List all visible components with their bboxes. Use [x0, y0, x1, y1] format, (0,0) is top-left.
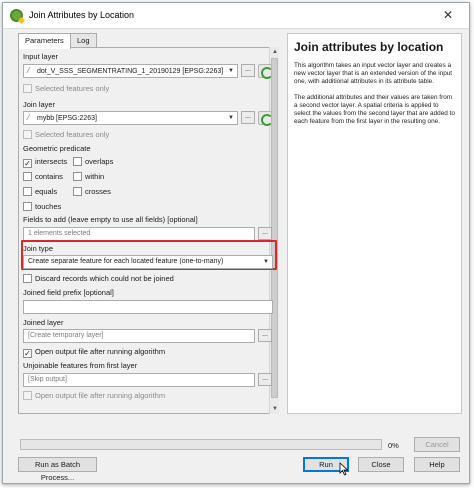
join-type-value: Create separate feature for each located… — [28, 258, 224, 265]
joined-layer-browse-button[interactable]: ... — [258, 329, 272, 342]
help-title: Join attributes by location — [294, 40, 444, 54]
tab-log[interactable]: Log — [70, 33, 97, 48]
scroll-up-icon[interactable]: ▲ — [270, 47, 280, 57]
checkbox-box — [23, 187, 32, 196]
join-attributes-dialog: Join Attributes by Location ✕ Parameters… — [2, 2, 470, 484]
predicate-crosses-checkbox[interactable]: crosses — [73, 187, 111, 196]
predicate-equals-checkbox[interactable]: equals — [23, 187, 57, 196]
input-layer-browse-button[interactable]: ... — [241, 64, 255, 77]
join-layer-label: Join layer — [23, 100, 56, 109]
predicate-intersects-checkbox[interactable]: ✓ intersects — [23, 157, 67, 168]
checkbox-box — [23, 84, 32, 93]
prefix-label: Joined field prefix [optional] — [23, 288, 114, 297]
close-button[interactable]: Close — [358, 457, 404, 472]
discard-records-checkbox[interactable]: Discard records which could not be joine… — [23, 274, 174, 283]
checkmark-icon: ✓ — [23, 349, 32, 358]
join-layer-browse-button[interactable]: ... — [241, 111, 255, 124]
open-output2-checkbox[interactable]: Open output file after running algorithm — [23, 391, 165, 400]
input-layer-label: Input layer — [23, 52, 59, 61]
joined-layer-label: Joined layer — [23, 318, 64, 327]
qgis-logo-icon — [10, 9, 23, 22]
vector-layer-icon: ⁄ — [28, 113, 30, 122]
checkbox-box — [73, 172, 82, 181]
input-selected-only-checkbox[interactable]: Selected features only — [23, 84, 109, 93]
input-layer-combo[interactable]: ⁄ dot_V_SSS_SEGMENTRATING_1_20190129 [EPS… — [23, 64, 238, 78]
prefix-input[interactable] — [23, 300, 273, 314]
predicate-label: within — [85, 172, 105, 181]
unjoinable-label: Unjoinable features from first layer — [23, 361, 138, 370]
fields-selector[interactable]: 1 elements selected — [23, 227, 255, 241]
predicate-label: contains — [35, 172, 63, 181]
checkbox-box — [73, 187, 82, 196]
tab-parameters[interactable]: Parameters — [18, 33, 71, 49]
checkbox-box — [23, 391, 32, 400]
predicate-within-checkbox[interactable]: within — [73, 172, 104, 181]
predicate-label: equals — [35, 187, 58, 196]
vector-layer-icon: ⁄ — [28, 66, 30, 75]
scroll-down-icon[interactable]: ▼ — [270, 404, 280, 414]
iterate-icon[interactable] — [258, 111, 273, 126]
join-layer-combo[interactable]: ⁄ mybb [EPSG:2263] ▼ — [23, 111, 238, 125]
checkbox-box — [23, 202, 32, 211]
checkbox-box — [23, 274, 32, 283]
cancel-button[interactable]: Cancel — [414, 437, 460, 452]
help-paragraph: The additional attributes and their valu… — [294, 94, 455, 125]
join-selected-only-label: Selected features only — [35, 130, 110, 139]
checkbox-box — [73, 157, 82, 166]
predicate-overlaps-checkbox[interactable]: overlaps — [73, 157, 113, 166]
predicate-label: intersects — [35, 157, 68, 166]
progress-bar — [20, 439, 382, 450]
fields-label: Fields to add (leave empty to use all fi… — [23, 215, 198, 224]
chevron-down-icon: ▼ — [263, 259, 269, 265]
title-bar: Join Attributes by Location ✕ — [3, 3, 469, 29]
join-type-combo[interactable]: Create separate feature for each located… — [23, 255, 273, 269]
predicate-contains-checkbox[interactable]: contains — [23, 172, 63, 181]
close-icon[interactable]: ✕ — [435, 6, 461, 24]
open-output-label: Open output file after running algorithm — [35, 347, 166, 356]
predicate-label: overlaps — [85, 157, 114, 166]
joined-layer-output[interactable]: [Create temporary layer] — [23, 329, 255, 343]
help-button[interactable]: Help — [414, 457, 460, 472]
join-selected-only-checkbox[interactable]: Selected features only — [23, 130, 109, 139]
geometric-predicate-label: Geometric predicate — [23, 144, 91, 153]
checkmark-icon: ✓ — [23, 159, 32, 168]
predicate-label: crosses — [85, 187, 111, 196]
fields-browse-button[interactable]: ... — [258, 227, 272, 240]
join-type-label: Join type — [23, 244, 54, 253]
join-layer-value: mybb [EPSG:2263] — [37, 115, 97, 122]
discard-records-label: Discard records which could not be joine… — [35, 274, 174, 283]
open-output-checkbox[interactable]: ✓ Open output file after running algorith… — [23, 347, 165, 358]
input-layer-value: dot_V_SSS_SEGMENTRATING_1_20190129 [EPSG… — [37, 68, 224, 75]
unjoinable-output[interactable]: [Skip output] — [23, 373, 255, 387]
run-batch-button[interactable]: Run as Batch Process... — [18, 457, 97, 482]
progress-text: 0% — [388, 441, 399, 450]
chevron-down-icon: ▼ — [228, 115, 234, 121]
checkbox-box — [23, 130, 32, 139]
checkbox-box — [23, 172, 32, 181]
input-selected-only-label: Selected features only — [35, 84, 110, 93]
predicate-label: touches — [35, 202, 62, 211]
scroll-thumb[interactable] — [271, 58, 278, 398]
open-output2-label: Open output file after running algorithm — [35, 391, 166, 400]
iterate-icon[interactable] — [258, 64, 273, 79]
window-title: Join Attributes by Location — [29, 10, 135, 20]
unjoinable-browse-button[interactable]: ... — [258, 373, 272, 386]
help-panel: Join attributes by location This algorit… — [287, 33, 462, 414]
chevron-down-icon: ▼ — [228, 68, 234, 74]
help-paragraph: This algorithm takes an input vector lay… — [294, 62, 453, 85]
predicate-touches-checkbox[interactable]: touches — [23, 202, 61, 211]
